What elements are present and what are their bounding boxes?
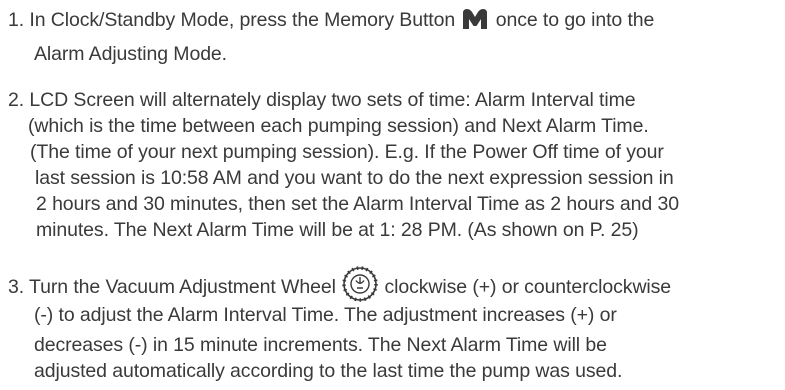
instruction-2-line-5: 2 hours and 30 minutes, then set the Ala… xyxy=(36,193,679,215)
instruction-2-line-6: minutes. The Next Alarm Time will be at … xyxy=(36,219,639,241)
memory-button-icon xyxy=(460,8,490,36)
instruction-3-line-1: 3. Turn the Vacuum Adjustment Wheel cloc… xyxy=(8,265,671,309)
instruction-3-line-4: adjusted automatically according to the … xyxy=(34,360,623,382)
instruction-3-line-3: decreases (-) in 15 minute increments. T… xyxy=(34,334,607,356)
instruction-3-text-start: 3. Turn the Vacuum Adjustment Wheel xyxy=(8,276,336,298)
instruction-2-line-4: last session is 10:58 AM and you want to… xyxy=(35,167,674,189)
instruction-2-line-3: (The time of your next pumping session).… xyxy=(30,141,664,163)
instruction-2-line-2: (which is the time between each pumping … xyxy=(28,115,649,137)
instruction-3-line-2: (-) to adjust the Alarm Interval Time. T… xyxy=(34,304,617,326)
instruction-1-text-start: 1. In Clock/Standby Mode, press the Memo… xyxy=(8,9,456,31)
instruction-3-text-end: clockwise (+) or counterclockwise xyxy=(384,276,672,298)
instruction-2-line-1: 2. LCD Screen will alternately display t… xyxy=(8,89,636,111)
instruction-1-text-end: once to go into the xyxy=(495,9,655,31)
instruction-1-line-1: 1. In Clock/Standby Mode, press the Memo… xyxy=(8,8,654,36)
vacuum-adjustment-wheel-icon xyxy=(341,265,379,309)
instruction-1-line-2: Alarm Adjusting Mode. xyxy=(34,43,227,65)
